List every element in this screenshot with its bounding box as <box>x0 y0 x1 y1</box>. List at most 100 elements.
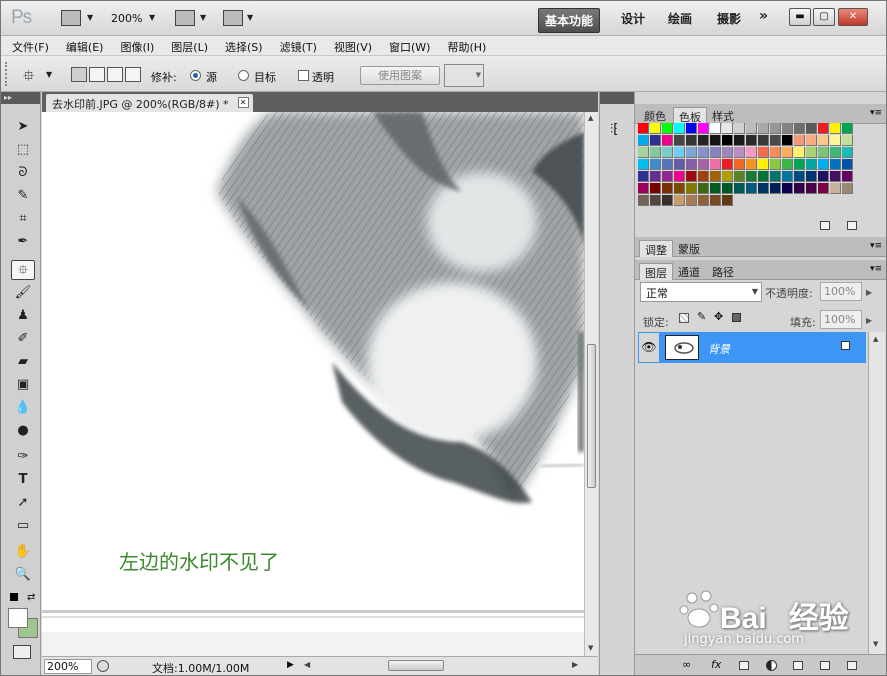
subtract-selection-icon[interactable] <box>107 67 123 82</box>
panel-menu-icon[interactable]: ▾≡ <box>870 108 882 118</box>
color-swatch[interactable] <box>722 135 733 146</box>
color-swatch[interactable] <box>830 171 841 182</box>
blur-tool-icon[interactable]: 💧 <box>11 398 35 418</box>
zoom-tool-icon[interactable]: 🔍 <box>11 565 35 585</box>
shape-tool-icon[interactable]: ▭ <box>11 516 35 536</box>
color-swatch[interactable] <box>806 183 817 194</box>
pattern-picker[interactable]: ▼ <box>444 64 484 87</box>
color-swatch[interactable] <box>770 159 781 170</box>
color-swatch[interactable] <box>686 123 697 134</box>
color-swatch[interactable] <box>698 135 709 146</box>
workspace-basic-button[interactable]: 基本功能 <box>538 8 601 33</box>
color-swatch[interactable] <box>650 147 661 158</box>
chevron-down-icon[interactable]: ▼ <box>247 13 253 22</box>
color-swatch[interactable] <box>698 159 709 170</box>
color-swatch[interactable] <box>770 171 781 182</box>
color-swatch[interactable] <box>722 159 733 170</box>
color-swatch[interactable] <box>818 123 829 134</box>
move-tool-icon[interactable]: ➤ <box>11 117 35 137</box>
workspace-photo-button[interactable]: 摄影 <box>717 10 741 27</box>
menu-view[interactable]: 视图(V) <box>323 36 378 55</box>
minimize-button[interactable]: ▬ <box>789 8 811 26</box>
more-workspaces-icon[interactable]: » <box>759 8 768 24</box>
lock-pixels-icon[interactable]: ✎ <box>697 310 706 323</box>
color-swatch[interactable] <box>734 147 745 158</box>
menu-layer[interactable]: 图层(L) <box>160 36 214 55</box>
color-swatch[interactable] <box>686 171 697 182</box>
menu-help[interactable]: 帮助(H) <box>436 36 492 55</box>
launch-bridge-icon[interactable] <box>61 10 81 26</box>
color-swatch[interactable] <box>746 183 757 194</box>
zoom-level-dropdown[interactable]: 200% <box>111 12 142 25</box>
fill-arrow-icon[interactable]: ▶ <box>866 316 872 325</box>
new-group-icon[interactable] <box>793 661 803 670</box>
color-swatch[interactable] <box>710 123 721 134</box>
color-swatch[interactable] <box>746 159 757 170</box>
color-swatch[interactable] <box>758 123 769 134</box>
color-swatch[interactable] <box>674 171 685 182</box>
scroll-up-icon[interactable]: ▲ <box>588 114 593 122</box>
color-swatch[interactable] <box>662 195 673 206</box>
color-swatch[interactable] <box>842 183 853 194</box>
screen-mode-icon[interactable] <box>223 10 243 26</box>
tab-masks[interactable]: 蒙版 <box>673 240 705 257</box>
menu-image[interactable]: 图像(I) <box>109 36 160 55</box>
layer-style-icon[interactable]: fx <box>711 658 721 671</box>
color-swatch[interactable] <box>698 183 709 194</box>
menu-window[interactable]: 窗口(W) <box>378 36 436 55</box>
color-swatch[interactable] <box>686 183 697 194</box>
marquee-tool-icon[interactable]: ⬚ <box>11 140 35 160</box>
color-swatch[interactable] <box>650 195 661 206</box>
color-swatch[interactable] <box>794 135 805 146</box>
color-swatch[interactable] <box>782 123 793 134</box>
color-swatch[interactable] <box>638 123 649 134</box>
color-swatch[interactable] <box>686 195 697 206</box>
color-swatch[interactable] <box>722 195 733 206</box>
adjustment-layer-icon[interactable] <box>766 660 777 671</box>
color-swatch[interactable] <box>782 135 793 146</box>
tab-swatches[interactable]: 色板 <box>673 107 707 124</box>
color-swatch[interactable] <box>722 171 733 182</box>
source-radio[interactable] <box>190 70 201 81</box>
maximize-button[interactable]: ▢ <box>813 8 835 26</box>
chevron-down-icon[interactable]: ▼ <box>200 13 206 22</box>
status-info-icon[interactable] <box>97 660 109 672</box>
color-swatch[interactable] <box>698 123 709 134</box>
color-swatch[interactable] <box>710 171 721 182</box>
color-swatch[interactable] <box>818 159 829 170</box>
color-swatch[interactable] <box>842 171 853 182</box>
add-selection-icon[interactable] <box>89 67 105 82</box>
patch-tool-icon[interactable]: ⯐ <box>11 260 35 280</box>
dodge-tool-icon[interactable]: ● <box>11 421 35 441</box>
foreground-color-swatch[interactable] <box>8 608 28 628</box>
default-colors-icon[interactable] <box>10 593 18 601</box>
color-swatch[interactable] <box>662 135 673 146</box>
color-swatch[interactable] <box>782 171 793 182</box>
scroll-down-icon[interactable]: ▼ <box>588 644 593 652</box>
color-swatch[interactable] <box>770 123 781 134</box>
color-swatch[interactable] <box>842 147 853 158</box>
quick-selection-tool-icon[interactable]: ✎ <box>11 186 35 206</box>
color-swatch[interactable] <box>746 123 757 134</box>
layer-row-background[interactable]: 👁 背景 <box>638 332 866 363</box>
canvas-vertical-scrollbar[interactable]: ▲ ▼ <box>584 112 598 656</box>
target-radio[interactable] <box>238 70 249 81</box>
tab-layers[interactable]: 图层 <box>639 263 673 280</box>
lasso-tool-icon[interactable]: ᘐ <box>11 163 35 183</box>
color-swatch[interactable] <box>686 135 697 146</box>
color-swatch[interactable] <box>758 183 769 194</box>
workspace-design-button[interactable]: 设计 <box>621 10 645 27</box>
brush-tool-icon[interactable]: 🖌 <box>11 283 35 303</box>
color-swatch[interactable] <box>818 171 829 182</box>
eyedropper-tool-icon[interactable]: ✒ <box>11 232 35 252</box>
eraser-tool-icon[interactable]: ▰ <box>11 352 35 372</box>
color-swatch[interactable] <box>782 147 793 158</box>
swatch-grid[interactable] <box>638 123 870 209</box>
color-swatch[interactable] <box>710 135 721 146</box>
scroll-down-icon[interactable]: ▼ <box>873 640 878 648</box>
blend-mode-select[interactable]: 正常 ▼ <box>640 282 762 302</box>
color-swatch[interactable] <box>698 147 709 158</box>
color-swatch[interactable] <box>734 183 745 194</box>
chevron-down-icon[interactable]: ▼ <box>46 70 52 79</box>
color-swatch[interactable] <box>818 183 829 194</box>
